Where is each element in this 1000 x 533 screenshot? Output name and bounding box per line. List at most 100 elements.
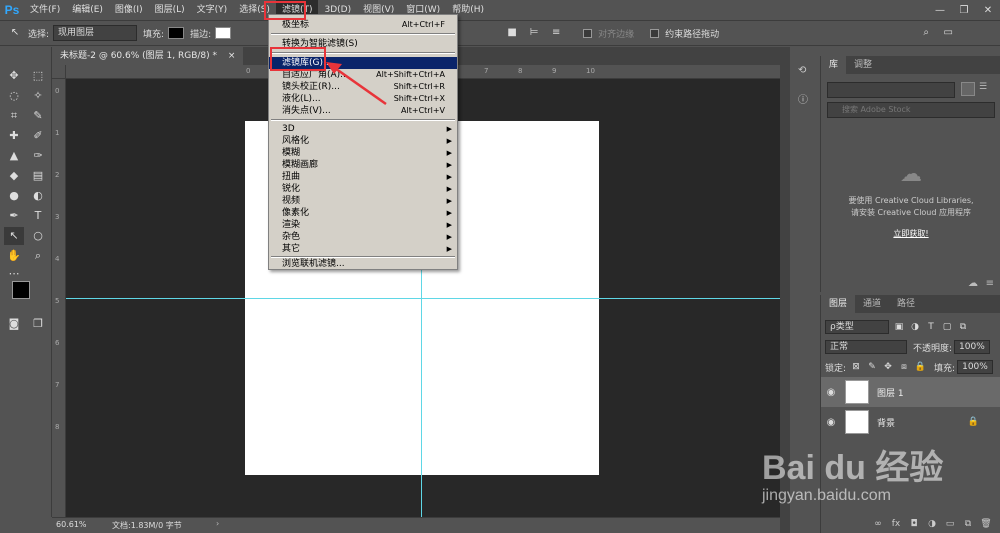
path-alignment-icon[interactable]: ⊨: [527, 26, 541, 40]
blur-tool-icon[interactable]: ●: [4, 187, 24, 205]
menu-item-blur-gallery[interactable]: 模糊画廊 ▶: [269, 159, 457, 171]
constrain-path-checkbox[interactable]: [650, 28, 660, 38]
menu-layer[interactable]: 图层(L): [149, 0, 191, 20]
lock-position-icon[interactable]: ✥: [882, 361, 894, 373]
path-operations-icon[interactable]: ■: [505, 26, 519, 40]
gradient-tool-icon[interactable]: ▤: [28, 167, 48, 185]
select-mode-dropdown[interactable]: 现用图层: [53, 25, 138, 41]
lock-image-icon[interactable]: ✎: [866, 361, 878, 373]
menu-type[interactable]: 文字(Y): [191, 0, 234, 20]
magic-wand-icon[interactable]: ✧: [28, 87, 48, 105]
properties-panel-icon[interactable]: ⓘ: [798, 91, 808, 106]
type-filter-icon[interactable]: T: [925, 321, 937, 333]
tab-libraries[interactable]: 库: [821, 56, 847, 74]
stamp-tool-icon[interactable]: ▲: [4, 147, 24, 165]
stroke-swatch[interactable]: [215, 27, 232, 39]
ruler-origin[interactable]: [52, 65, 66, 79]
fill-field[interactable]: 100%: [957, 360, 993, 374]
eye-icon[interactable]: ◉: [821, 417, 841, 428]
list-view-icon[interactable]: ☰: [979, 82, 993, 96]
history-panel-icon[interactable]: ⟲: [798, 65, 806, 76]
new-layer-icon[interactable]: ⧉: [959, 519, 977, 529]
close-tab-icon[interactable]: ×: [228, 51, 236, 61]
vertical-ruler[interactable]: 0 1 2 3 4 5 6 7 8: [52, 79, 66, 517]
link-layers-icon[interactable]: ∞: [869, 519, 887, 529]
horizontal-guide[interactable]: [66, 298, 780, 299]
fill-swatch[interactable]: [168, 27, 185, 39]
layer-kind-filter[interactable]: ρ类型: [825, 320, 889, 334]
path-select-tool-icon[interactable]: ↖: [8, 26, 22, 40]
menu-item-liquify[interactable]: 液化(L)... Shift+Ctrl+X: [269, 93, 457, 105]
menu-item-render[interactable]: 渲染 ▶: [269, 219, 457, 231]
workspace-icon[interactable]: ▭: [941, 26, 955, 40]
healing-brush-icon[interactable]: ✚: [4, 127, 24, 145]
crop-tool-icon[interactable]: ⌗: [4, 107, 24, 125]
library-dropdown[interactable]: [827, 82, 955, 98]
dodge-tool-icon[interactable]: ◐: [28, 187, 48, 205]
menu-item-lens-correction[interactable]: 镜头校正(R)... Shift+Ctrl+R: [269, 81, 457, 93]
tab-channels[interactable]: 通道: [855, 295, 889, 313]
layer-row[interactable]: ◉ 图层 1: [821, 377, 1000, 407]
lock-artboard-icon[interactable]: ⧈: [898, 361, 910, 373]
search-icon[interactable]: ⌕: [919, 26, 933, 40]
adjustment-layer-icon[interactable]: ◑: [923, 519, 941, 529]
screen-mode-icon[interactable]: ❐: [28, 315, 48, 333]
hand-tool-icon[interactable]: ✋: [4, 247, 24, 265]
tab-adjustments[interactable]: 调整: [846, 56, 880, 74]
restore-button[interactable]: ❐: [952, 0, 976, 20]
zoom-tool-icon[interactable]: ⌕: [28, 247, 48, 265]
type-tool-icon[interactable]: T: [28, 207, 48, 225]
tab-layers[interactable]: 图层: [821, 295, 856, 313]
lock-all-icon[interactable]: 🔒: [914, 361, 926, 373]
path-arrangement-icon[interactable]: ≡: [549, 26, 563, 40]
zoom-level[interactable]: 60.61%: [56, 520, 87, 529]
move-tool-icon[interactable]: ✥: [4, 67, 24, 85]
grid-view-icon[interactable]: [961, 82, 975, 96]
eyedropper-icon[interactable]: ✎: [28, 107, 48, 125]
menu-item-browse-online-filters[interactable]: 浏览联机滤镜...: [269, 258, 457, 270]
library-menu-icon[interactable]: ≡: [986, 278, 994, 289]
menu-item-sharpen[interactable]: 锐化 ▶: [269, 183, 457, 195]
menu-item-distort[interactable]: 扭曲 ▶: [269, 171, 457, 183]
lasso-tool-icon[interactable]: ◌: [4, 87, 24, 105]
shape-tool-icon[interactable]: ○: [28, 227, 48, 245]
layer-row[interactable]: ◉ 背景 🔒: [821, 407, 1000, 437]
pen-tool-icon[interactable]: ✒: [4, 207, 24, 225]
menu-image[interactable]: 图像(I): [109, 0, 149, 20]
adjustment-filter-icon[interactable]: ◑: [909, 321, 921, 333]
menu-file[interactable]: 文件(F): [24, 0, 66, 20]
eye-icon[interactable]: ◉: [821, 387, 841, 398]
brush-tool-icon[interactable]: ✐: [28, 127, 48, 145]
tab-paths[interactable]: 路径: [889, 295, 923, 313]
close-button[interactable]: ✕: [976, 0, 1000, 20]
blend-mode-dropdown[interactable]: 正常: [825, 340, 907, 354]
get-now-link[interactable]: 立即获取!: [821, 228, 1000, 239]
new-group-icon[interactable]: ▭: [941, 519, 959, 529]
stock-search-input[interactable]: 搜索 Adobe Stock: [827, 102, 995, 118]
align-edges-checkbox[interactable]: [583, 28, 593, 38]
delete-layer-icon[interactable]: 🗑: [977, 519, 995, 529]
document-tab[interactable]: 未标题-2 @ 60.6% (图层 1, RGB/8) * ×: [52, 47, 244, 65]
eraser-tool-icon[interactable]: ◆: [4, 167, 24, 185]
quick-mask-icon[interactable]: ◙: [4, 315, 24, 333]
menu-edit[interactable]: 编辑(E): [66, 0, 109, 20]
menu-item-video[interactable]: 视频 ▶: [269, 195, 457, 207]
menu-item-noise[interactable]: 杂色 ▶: [269, 231, 457, 243]
lock-transparent-icon[interactable]: ⊠: [850, 361, 862, 373]
smart-object-filter-icon[interactable]: ⧉: [957, 321, 969, 333]
layer-style-icon[interactable]: fx: [887, 519, 905, 529]
menu-item-blur[interactable]: 模糊 ▶: [269, 147, 457, 159]
menu-item-stylize[interactable]: 风格化 ▶: [269, 135, 457, 147]
menu-item-polar-coordinates[interactable]: 极坐标 Alt+Ctrl+F: [269, 19, 457, 31]
opacity-field[interactable]: 100%: [954, 340, 990, 354]
menu-item-3d[interactable]: 3D ▶: [269, 123, 457, 135]
path-selection-tool-icon[interactable]: ↖: [4, 227, 24, 245]
status-menu-arrow-icon[interactable]: ›: [216, 519, 219, 528]
marquee-tool-icon[interactable]: ⬚: [28, 67, 48, 85]
menu-item-pixelate[interactable]: 像素化 ▶: [269, 207, 457, 219]
minimize-button[interactable]: —: [928, 0, 952, 20]
foreground-color-swatch[interactable]: [12, 281, 30, 299]
pixel-filter-icon[interactable]: ▣: [893, 321, 905, 333]
layer-mask-icon[interactable]: ◘: [905, 519, 923, 529]
shape-filter-icon[interactable]: ▢: [941, 321, 953, 333]
